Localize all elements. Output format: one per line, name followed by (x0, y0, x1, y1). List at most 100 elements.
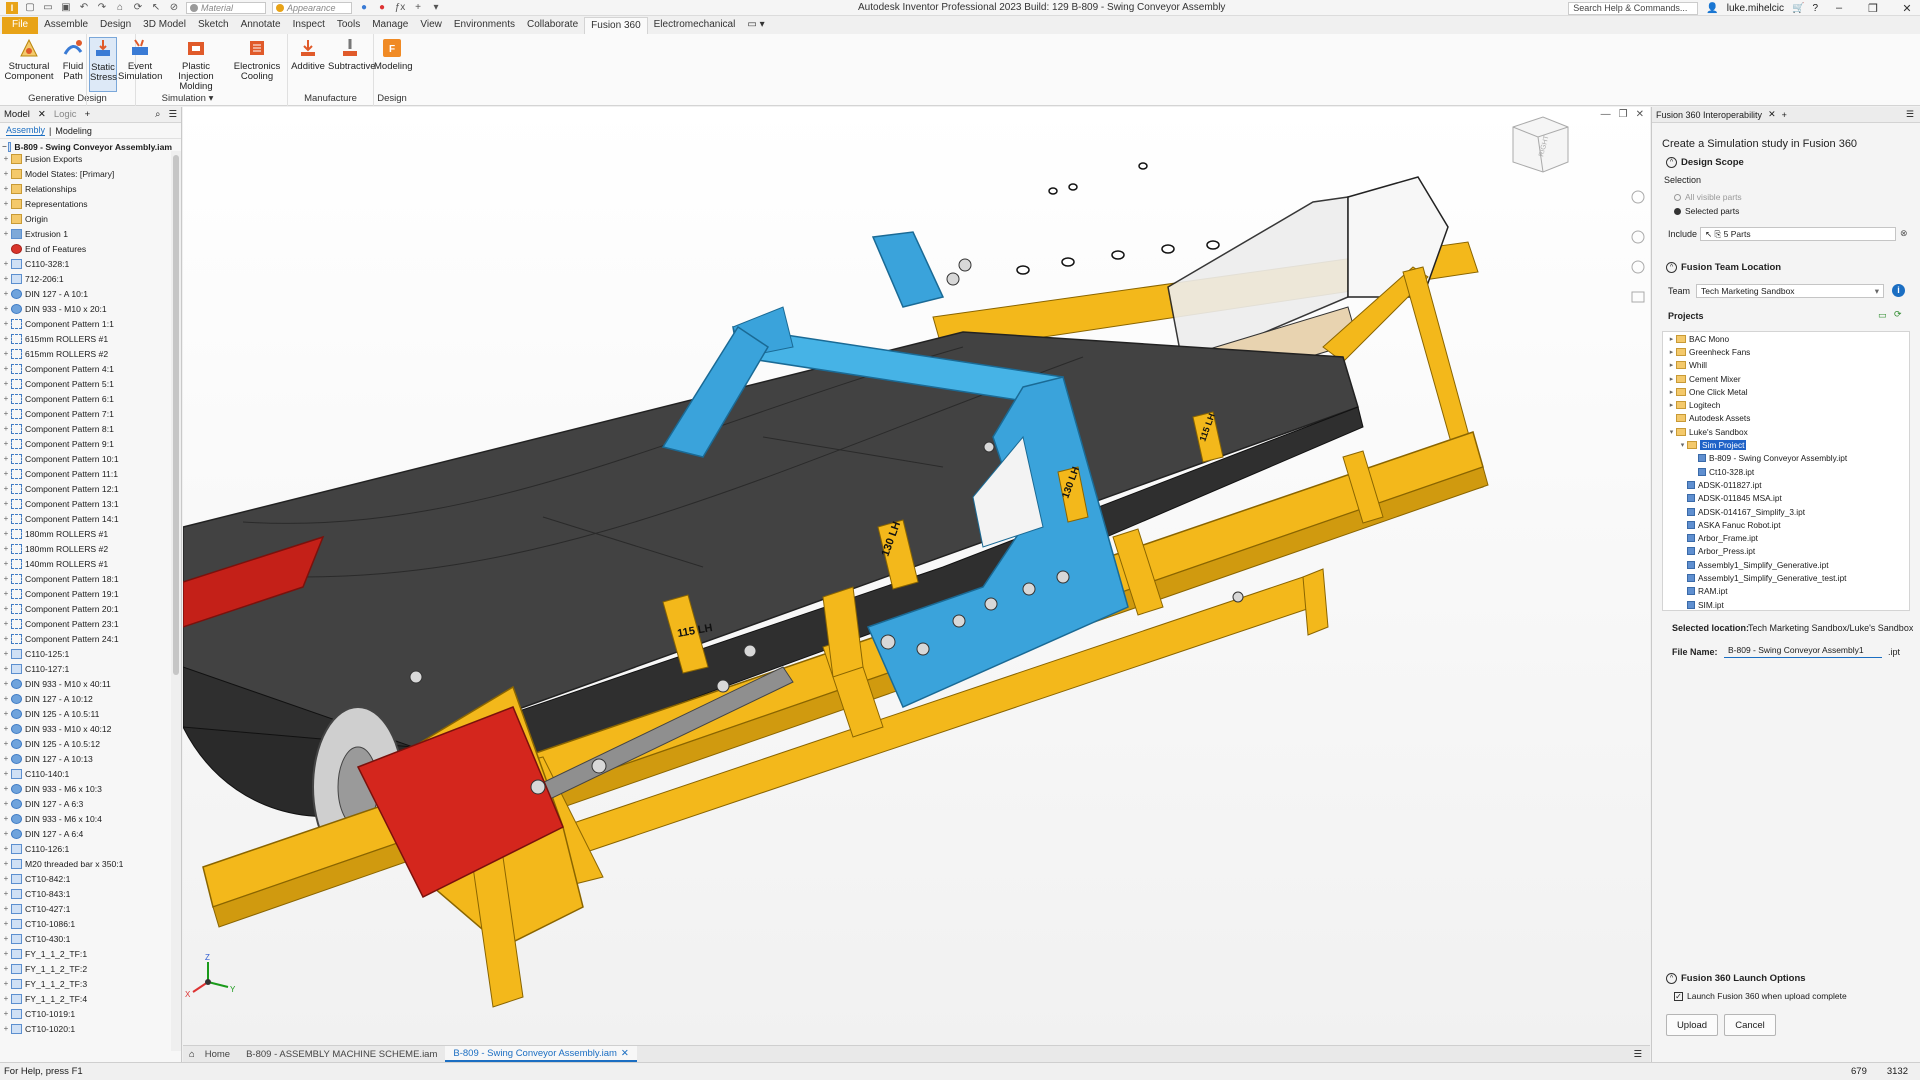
user-icon[interactable]: 👤 (1706, 3, 1718, 14)
expand-icon[interactable]: + (2, 994, 10, 1003)
close-window-button[interactable]: ✕ (1894, 2, 1920, 15)
tree-item[interactable]: +180mm ROLLERS #2 (0, 541, 170, 556)
expand-icon[interactable]: + (2, 394, 10, 403)
conveyor-model-3d[interactable]: 115 LH 130 LH 130 LH 115 LH RIGHT Z Y X (183, 107, 1650, 1045)
tree-item[interactable]: + DIN 933 - M10 x 40:11 (0, 676, 170, 691)
tree-item[interactable]: + FY_1_1_2_TF:1 (0, 946, 170, 961)
project-folder[interactable]: ▾ Luke's Sandbox (1663, 425, 1909, 438)
radio-selected-parts[interactable]: Selected parts (1674, 206, 1739, 216)
upload-button[interactable]: Upload (1666, 1014, 1718, 1036)
home-icon[interactable]: ⌂ (114, 2, 126, 13)
tree-item[interactable]: + DIN 127 - A 10:13 (0, 751, 170, 766)
add-icon[interactable]: + (412, 2, 424, 13)
inventor-logo-icon[interactable]: I (6, 1, 18, 14)
expand-icon[interactable]: + (2, 214, 10, 223)
update-icon[interactable]: ⟳ (132, 2, 144, 13)
tree-item[interactable]: + CT10-843:1 (0, 886, 170, 901)
project-folder[interactable]: ▸ Cement Mixer (1663, 372, 1909, 385)
plastic-injection-molding-button[interactable]: Plastic Injection Molding (164, 37, 228, 92)
project-folder[interactable]: ▸ One Click Metal (1663, 385, 1909, 398)
ribbon-tab-annotate[interactable]: Annotate (235, 17, 287, 34)
expand-icon[interactable]: + (2, 889, 10, 898)
expand-icon[interactable]: + (2, 544, 10, 553)
tree-item[interactable]: + Component Pattern 10:1 (0, 451, 170, 466)
expand-icon[interactable]: + (2, 274, 10, 283)
expand-icon[interactable]: − (2, 142, 7, 151)
project-file[interactable]: SIM.ipt (1663, 598, 1909, 610)
include-field[interactable]: ↖ ⎘ 5 Parts (1700, 227, 1896, 241)
collapse-icon[interactable]: ^ (1666, 262, 1677, 273)
expand-icon[interactable]: ▾ (1667, 428, 1676, 436)
expand-icon[interactable]: + (2, 709, 10, 718)
project-file[interactable]: Arbor_Press.ipt (1663, 545, 1909, 558)
refresh-icon[interactable]: ⟳ (1894, 309, 1902, 320)
expand-icon[interactable]: + (2, 829, 10, 838)
expand-icon[interactable]: + (2, 799, 10, 808)
collapse-icon[interactable]: ^ (1666, 157, 1677, 168)
tree-item[interactable]: + C110-328:1 (0, 256, 170, 271)
tree-item[interactable]: + Component Pattern 14:1 (0, 511, 170, 526)
tree-item[interactable]: End of Features (0, 241, 170, 256)
tree-item[interactable]: + C110-126:1 (0, 841, 170, 856)
ribbon-tab-inspect[interactable]: Inspect (287, 17, 331, 34)
expand-icon[interactable]: ▸ (1667, 388, 1676, 396)
expand-icon[interactable]: + (2, 424, 10, 433)
subtab-assembly[interactable]: Assembly (6, 125, 46, 136)
tree-item[interactable]: + Relationships (0, 181, 170, 196)
document-tab[interactable]: B-809 - Swing Conveyor Assembly.iam ✕ (445, 1046, 637, 1062)
expand-icon[interactable]: + (2, 439, 10, 448)
expand-icon[interactable]: + (2, 649, 10, 658)
navigation-bar[interactable] (1631, 190, 1645, 303)
redo-icon[interactable]: ↷ (96, 2, 108, 13)
expand-icon[interactable]: + (2, 574, 10, 583)
tree-item[interactable]: + DIN 125 - A 10.5:11 (0, 706, 170, 721)
expand-icon[interactable]: + (2, 784, 10, 793)
expand-icon[interactable]: + (2, 619, 10, 628)
new-folder-icon[interactable]: ▭ (1878, 310, 1887, 321)
project-folder[interactable]: ▸ Greenheck Fans (1663, 345, 1909, 358)
tree-item[interactable]: + C110-125:1 (0, 646, 170, 661)
expand-icon[interactable]: + (2, 934, 10, 943)
project-file[interactable]: Ct10-328.ipt (1663, 465, 1909, 478)
browser-scrollbar[interactable] (171, 151, 181, 1051)
ribbon-tab-design[interactable]: Design (94, 17, 137, 34)
ribbon-tab-3d-model[interactable]: 3D Model (137, 17, 192, 34)
expand-icon[interactable]: ▸ (1667, 401, 1676, 409)
tree-item[interactable]: +615mm ROLLERS #1 (0, 331, 170, 346)
tree-item[interactable]: + Extrusion 1 (0, 226, 170, 241)
expand-icon[interactable]: + (2, 739, 10, 748)
tree-item[interactable]: + DIN 125 - A 10.5:12 (0, 736, 170, 751)
tree-item[interactable]: + DIN 127 - A 6:4 (0, 826, 170, 841)
project-folder[interactable]: ▾ Sim Project (1663, 438, 1909, 451)
tree-item[interactable]: + Component Pattern 11:1 (0, 466, 170, 481)
expand-icon[interactable]: + (2, 724, 10, 733)
scrollbar-thumb[interactable] (173, 155, 179, 675)
expand-icon[interactable]: + (2, 694, 10, 703)
tree-item[interactable]: + CT10-427:1 (0, 901, 170, 916)
expand-icon[interactable]: + (2, 679, 10, 688)
project-file[interactable]: ADSK-014167_Simplify_3.ipt (1663, 505, 1909, 518)
undo-icon[interactable]: ↶ (78, 2, 90, 13)
clear-override-icon[interactable]: ● (376, 2, 388, 13)
tree-item[interactable]: + Component Pattern 19:1 (0, 586, 170, 601)
close-view-icon[interactable]: ✕ (1636, 109, 1644, 120)
project-file[interactable]: ADSK-011827.ipt (1663, 478, 1909, 491)
file-name-input[interactable]: B-809 - Swing Conveyor Assembly1 (1724, 644, 1882, 658)
tree-item[interactable]: + Fusion Exports (0, 151, 170, 166)
expand-icon[interactable]: + (2, 349, 10, 358)
launch-fusion-checkbox[interactable]: ✓ Launch Fusion 360 when upload complete (1674, 991, 1847, 1001)
tree-item[interactable]: + FY_1_1_2_TF:4 (0, 991, 170, 1006)
tree-item[interactable]: + Component Pattern 6:1 (0, 391, 170, 406)
new-file-icon[interactable]: ▢ (24, 2, 36, 13)
expand-icon[interactable]: + (2, 904, 10, 913)
expand-icon[interactable]: + (2, 154, 10, 163)
project-file[interactable]: RAM.ipt (1663, 585, 1909, 598)
tree-item[interactable]: + Component Pattern 18:1 (0, 571, 170, 586)
tree-item[interactable]: + DIN 933 - M10 x 20:1 (0, 301, 170, 316)
expand-icon[interactable]: + (2, 1024, 10, 1033)
tree-item[interactable]: + CT10-842:1 (0, 871, 170, 886)
expand-icon[interactable]: + (2, 664, 10, 673)
expand-icon[interactable]: + (2, 769, 10, 778)
restore-button[interactable]: ❐ (1860, 2, 1886, 15)
expand-icon[interactable]: + (2, 814, 10, 823)
